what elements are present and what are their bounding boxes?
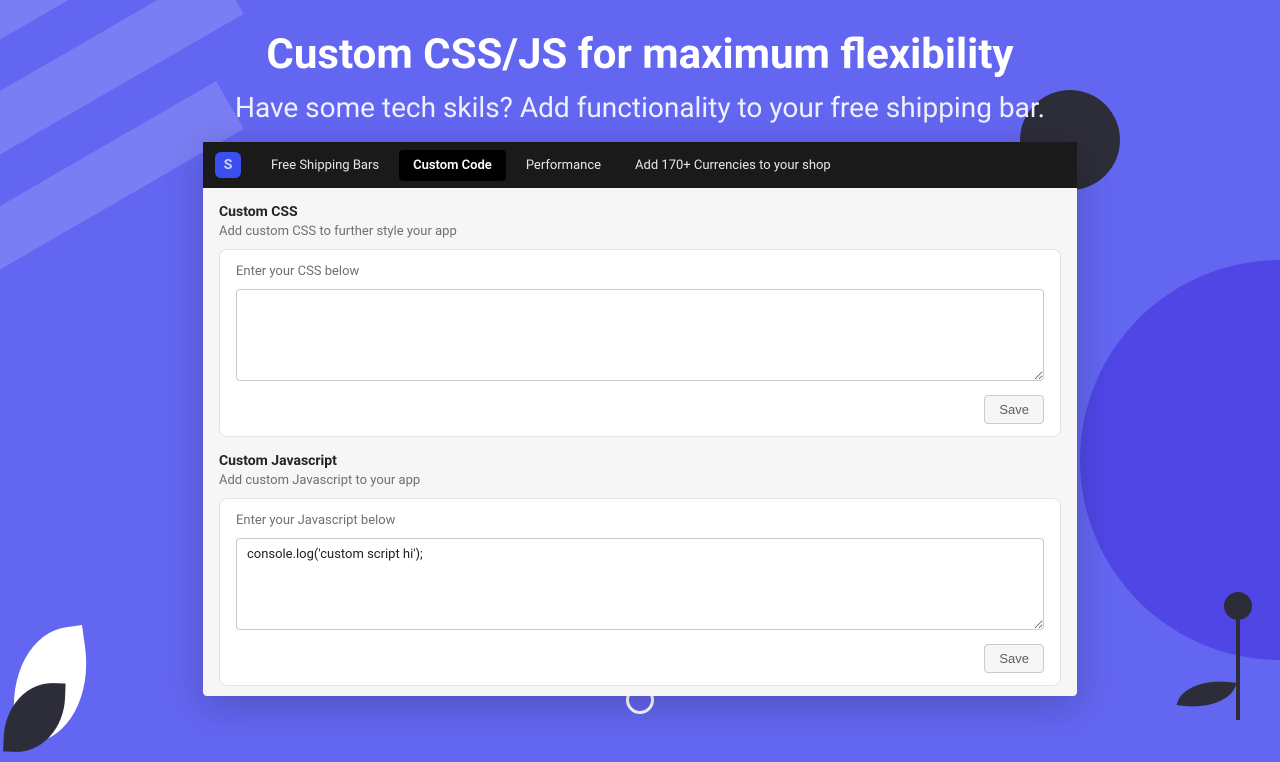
hero-subtitle: Have some tech skils? Add functionality … xyxy=(0,91,1280,124)
nav-custom-code[interactable]: Custom Code xyxy=(399,150,506,181)
nav-free-shipping-bars[interactable]: Free Shipping Bars xyxy=(257,150,393,181)
js-save-button[interactable]: Save xyxy=(984,644,1044,673)
js-input[interactable] xyxy=(236,538,1044,630)
hero-title: Custom CSS/JS for maximum flexibility xyxy=(0,30,1280,79)
app-logo-icon[interactable]: S xyxy=(215,152,241,178)
js-card-label: Enter your Javascript below xyxy=(236,513,1044,528)
js-section-title: Custom Javascript xyxy=(219,453,1061,469)
decorative-leaf xyxy=(3,625,98,745)
css-save-button[interactable]: Save xyxy=(984,395,1044,424)
js-section-subtitle: Add custom Javascript to your app xyxy=(219,473,1061,488)
hero: Custom CSS/JS for maximum flexibility Ha… xyxy=(0,0,1280,124)
css-card-label: Enter your CSS below xyxy=(236,264,1044,279)
css-card: Enter your CSS below Save xyxy=(219,249,1061,437)
nav-add-currencies[interactable]: Add 170+ Currencies to your shop xyxy=(621,150,845,181)
custom-css-section: Custom CSS Add custom CSS to further sty… xyxy=(203,188,1077,437)
css-input[interactable] xyxy=(236,289,1044,381)
top-nav: S Free Shipping Bars Custom Code Perform… xyxy=(203,142,1077,188)
js-card: Enter your Javascript below Save xyxy=(219,498,1061,686)
css-section-subtitle: Add custom CSS to further style your app xyxy=(219,224,1061,239)
css-section-title: Custom CSS xyxy=(219,204,1061,220)
custom-js-section: Custom Javascript Add custom Javascript … xyxy=(203,437,1077,686)
nav-performance[interactable]: Performance xyxy=(512,150,615,181)
app-window: S Free Shipping Bars Custom Code Perform… xyxy=(203,142,1077,696)
